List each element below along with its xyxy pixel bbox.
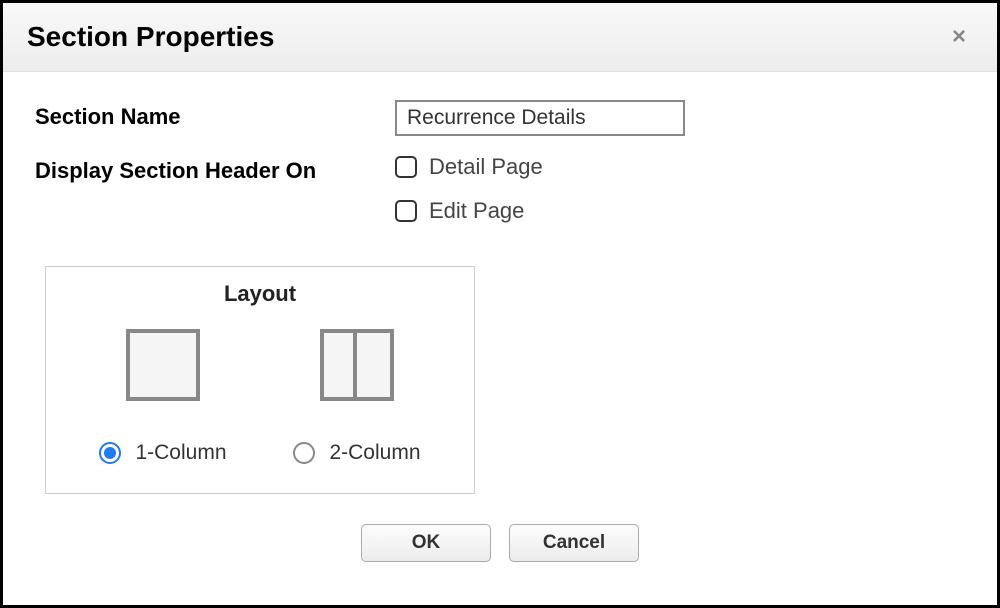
- one-column-radio-label: 1-Column: [135, 441, 226, 465]
- form-area: Section Name Display Section Header On D…: [3, 72, 997, 574]
- ok-button[interactable]: OK: [361, 524, 491, 562]
- section-name-control: [395, 100, 965, 136]
- one-column-radio[interactable]: [99, 442, 121, 464]
- one-column-icon[interactable]: [126, 329, 200, 401]
- dialog-header: Section Properties ×: [3, 3, 997, 72]
- edit-page-label: Edit Page: [429, 198, 524, 224]
- one-column-radio-inner: [104, 447, 116, 459]
- edit-page-checkbox[interactable]: [395, 200, 417, 222]
- button-row: OK Cancel: [35, 524, 965, 562]
- edit-page-row: Edit Page: [395, 198, 965, 224]
- two-column-radio[interactable]: [293, 442, 315, 464]
- two-column-radio-label: 2-Column: [329, 441, 420, 465]
- section-name-input[interactable]: [395, 100, 685, 136]
- detail-page-label: Detail Page: [429, 154, 543, 180]
- cancel-button[interactable]: Cancel: [509, 524, 639, 562]
- close-icon[interactable]: ×: [945, 23, 973, 51]
- two-column-radio-group: 2-Column: [293, 441, 420, 465]
- display-header-controls: Detail Page Edit Page: [395, 154, 965, 242]
- two-column-icon[interactable]: [320, 329, 394, 401]
- section-name-row: Section Name: [35, 100, 965, 136]
- one-column-radio-group: 1-Column: [99, 441, 226, 465]
- detail-page-checkbox[interactable]: [395, 156, 417, 178]
- display-header-row: Display Section Header On Detail Page Ed…: [35, 154, 965, 242]
- detail-page-row: Detail Page: [395, 154, 965, 180]
- layout-title: Layout: [66, 281, 454, 307]
- layout-icons-row: [66, 329, 454, 401]
- dialog-title: Section Properties: [27, 21, 274, 53]
- layout-panel: Layout 1-Column 2-Column: [45, 266, 475, 494]
- display-header-label: Display Section Header On: [35, 154, 395, 184]
- two-column-divider: [324, 333, 357, 397]
- layout-radios-row: 1-Column 2-Column: [66, 441, 454, 465]
- section-name-label: Section Name: [35, 100, 395, 130]
